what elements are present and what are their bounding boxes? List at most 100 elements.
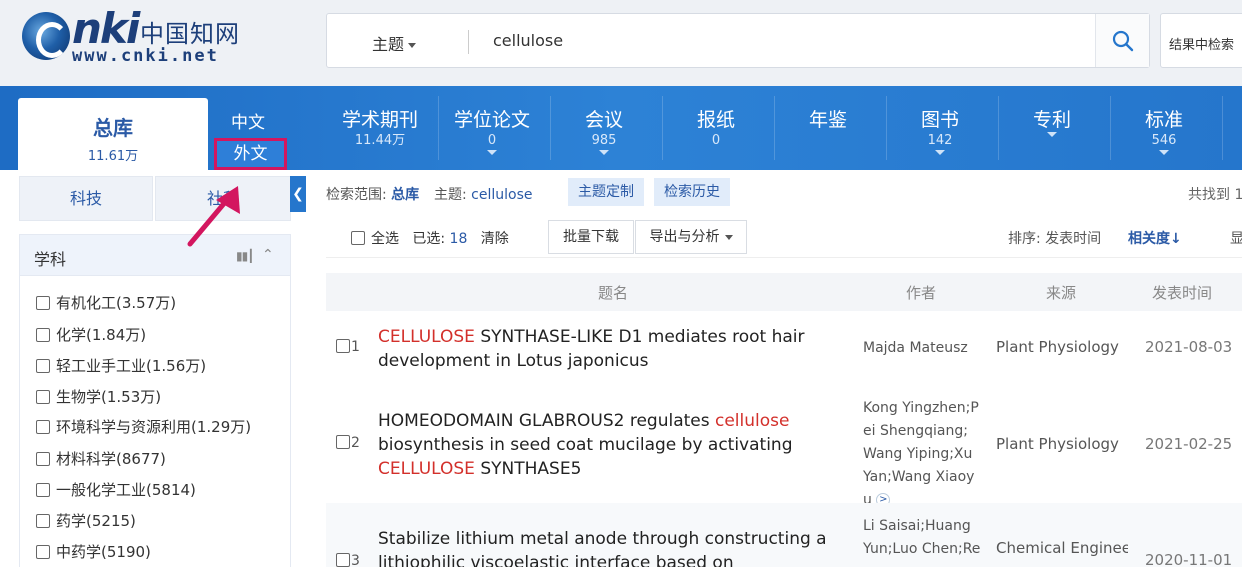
result-source[interactable]: Chemical Engineeri	[996, 539, 1128, 557]
search-within-results-button[interactable]: 结果中检索	[1160, 13, 1242, 68]
search-field-select[interactable]: 主题	[372, 31, 417, 55]
search-button[interactable]	[1095, 14, 1149, 67]
table-row: 3 Stabilize lithium metal anode through …	[326, 503, 1242, 567]
tab-count: 0	[711, 133, 721, 148]
table-row: 2 HOMEODOMAIN GLABROUS2 regulates cellul…	[326, 383, 1242, 508]
scope-label: 检索范围: 总库	[326, 184, 419, 204]
topic-customize-button[interactable]: 主题定制	[568, 178, 644, 206]
sort-label: 排序:	[1008, 231, 1041, 247]
select-all-checkbox[interactable]	[351, 231, 365, 245]
search-divider	[468, 30, 469, 54]
facet-item-label: 有机化工(3.57万)	[56, 294, 177, 312]
checkbox[interactable]	[36, 483, 50, 497]
tab-newspapers[interactable]: 报纸 0	[666, 108, 766, 150]
facet-item[interactable]: 药学(5215)	[36, 510, 136, 531]
col-date: 发表时间	[1152, 284, 1213, 302]
tab-books[interactable]: 图书 142	[890, 108, 990, 155]
result-source[interactable]: Plant Physiology	[996, 338, 1128, 356]
cnki-globe-icon	[22, 12, 70, 60]
search-input[interactable]: cellulose	[493, 31, 563, 50]
checkbox[interactable]	[336, 435, 350, 449]
sort-by-relevance[interactable]: 相关度↓	[1128, 228, 1182, 248]
result-author[interactable]: Kong Yingzhen;Pei Shengqiang;Wang Yiping…	[863, 397, 981, 512]
selected-count: 18	[449, 231, 468, 247]
tab-standards[interactable]: 标准 546	[1114, 108, 1214, 155]
sort-by-time[interactable]: 发表时间	[1045, 231, 1101, 247]
checkbox[interactable]	[36, 328, 50, 342]
display-option[interactable]: 显	[1230, 228, 1242, 248]
checkbox[interactable]	[36, 420, 50, 434]
facet-item-label: 轻工业手工业(1.56万)	[56, 357, 207, 375]
lang-foreign-tab[interactable]: 外文	[214, 138, 287, 170]
highlight-term: cellulose	[715, 411, 790, 431]
facet-item[interactable]: 有机化工(3.57万)	[36, 292, 176, 313]
checkbox[interactable]	[336, 553, 350, 567]
checkbox[interactable]	[36, 514, 50, 528]
highlight-term: CELLULOSE	[378, 459, 475, 479]
facet-item-label: 中药学(5190)	[56, 543, 151, 561]
tab-dissertations[interactable]: 学位论文 0	[442, 108, 542, 155]
title-text: SYNTHASE5	[474, 459, 582, 479]
facet-item[interactable]: 环境科学与资源利用(1.29万)	[36, 416, 251, 437]
search-box: 主题 cellulose	[326, 13, 1150, 68]
tab-zongku[interactable]: 总库 11.61万	[18, 98, 208, 170]
chevron-up-icon[interactable]: ⌃	[262, 247, 274, 263]
search-icon	[1112, 30, 1134, 52]
facet-item[interactable]: 材料科学(8677)	[36, 448, 166, 469]
tab-yearbooks[interactable]: 年鉴	[778, 108, 878, 132]
result-author[interactable]: Li Saisai;Huang Yun;Luo Chen;Ren	[863, 515, 981, 567]
tab-zongku-label: 总库	[93, 116, 133, 140]
tab-label: 学术期刊	[341, 109, 418, 131]
search-history-button[interactable]: 检索历史	[654, 178, 730, 206]
checkbox[interactable]	[36, 296, 50, 310]
chevron-left-icon: ❮	[292, 186, 304, 202]
facet-item[interactable]: 生物学(1.53万)	[36, 386, 161, 407]
row-checkbox[interactable]: 1	[336, 339, 360, 355]
facet-item[interactable]: 轻工业手工业(1.56万)	[36, 355, 206, 376]
caret-down-icon	[408, 43, 417, 48]
sort-relevance-label: 相关度	[1128, 231, 1170, 247]
nav-divider	[438, 96, 439, 160]
facet-item[interactable]: 化学(1.84万)	[36, 324, 146, 345]
caret-down-icon	[724, 234, 733, 240]
row-checkbox[interactable]: 3	[336, 553, 360, 567]
lang-chinese-tab[interactable]: 中文	[231, 108, 265, 133]
tab-journals[interactable]: 学术期刊 11.44万	[330, 108, 430, 150]
nav-divider	[998, 96, 999, 160]
selected-label: 已选:	[412, 231, 446, 247]
checkbox[interactable]	[36, 452, 50, 466]
scope-label-text: 检索范围:	[326, 187, 387, 203]
result-title-link[interactable]: CELLULOSE SYNTHASE-LIKE D1 mediates root…	[378, 325, 818, 373]
scope-topic: 主题: cellulose	[434, 184, 533, 204]
logo-chinese-name: 中国知网	[140, 20, 240, 48]
checkbox[interactable]	[36, 359, 50, 373]
result-date: 2021-08-03	[1145, 338, 1233, 356]
row-number: 1	[351, 339, 360, 355]
checkbox[interactable]	[36, 390, 50, 404]
facet-item[interactable]: 中药学(5190)	[36, 541, 151, 562]
checkbox[interactable]	[36, 545, 50, 559]
tab-science-tech[interactable]: 科技	[19, 176, 153, 221]
facet-item[interactable]: 一般化学工业(5814)	[36, 479, 196, 500]
export-analyze-button[interactable]: 导出与分析	[635, 220, 747, 254]
result-title-link[interactable]: HOMEODOMAIN GLABROUS2 regulates cellulos…	[378, 409, 818, 481]
topic-value: cellulose	[471, 187, 533, 203]
row-checkbox[interactable]: 2	[336, 435, 360, 451]
result-author[interactable]: Majda Mateusz	[863, 337, 981, 360]
checkbox[interactable]	[336, 339, 350, 353]
nav-divider	[662, 96, 663, 160]
row-number: 3	[351, 553, 360, 567]
batch-download-button[interactable]: 批量下载	[548, 220, 634, 254]
clear-button[interactable]: 清除	[481, 231, 509, 247]
result-source[interactable]: Plant Physiology	[996, 435, 1128, 453]
tab-conferences[interactable]: 会议 985	[554, 108, 654, 155]
cnki-logo[interactable]: nki 中国知网 www.cnki.net	[22, 4, 242, 70]
result-title-link[interactable]: Stabilize lithium metal anode through co…	[378, 527, 838, 567]
tab-patents[interactable]: 专利	[1002, 108, 1102, 137]
search-scope-bar: 检索范围: 总库 主题: cellulose 主题定制 检索历史 共找到 1	[326, 178, 1242, 208]
collapse-sidebar-button[interactable]: ❮	[290, 176, 306, 212]
search-field-label: 主题	[372, 35, 405, 54]
select-all-label[interactable]: 全选	[371, 231, 399, 247]
annotation-arrow-icon	[187, 186, 240, 247]
scope-value: 总库	[391, 187, 420, 203]
